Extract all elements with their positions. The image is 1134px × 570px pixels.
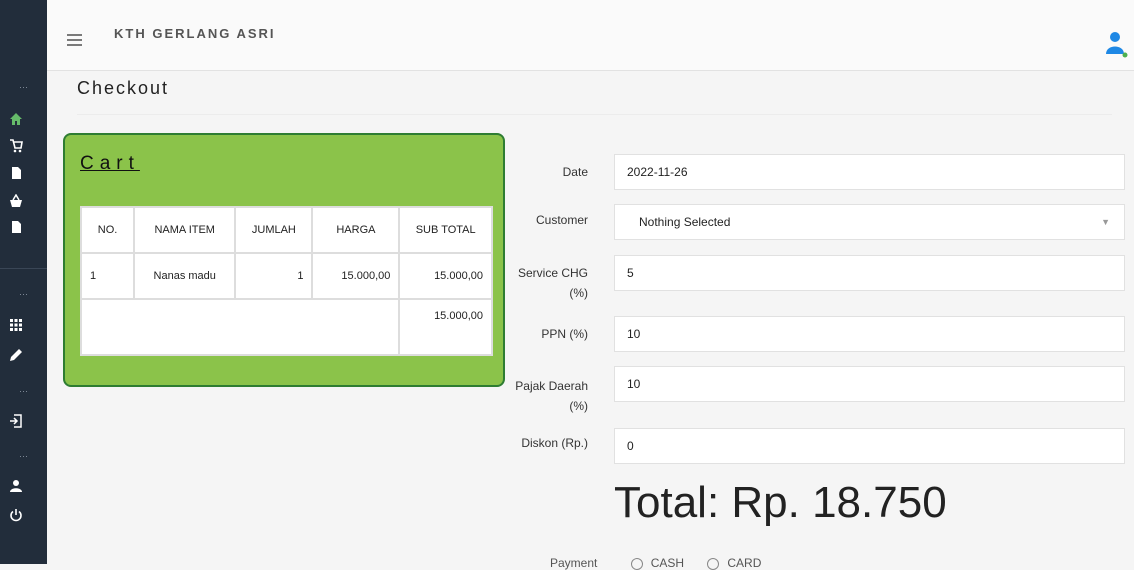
table-total-row: 15.000,00 <box>79 298 493 356</box>
diskon-label: Diskon (Rp.) <box>521 436 588 450</box>
customer-select[interactable]: Nothing Selected ▼ <box>614 204 1125 240</box>
cart-icon[interactable] <box>9 139 23 153</box>
cell-grand-total: 15.000,00 <box>398 298 493 356</box>
diskon-input[interactable]: 0 <box>614 428 1125 464</box>
pajak-daerah-input[interactable]: 10 <box>614 366 1125 402</box>
column-header: NAMA ITEM <box>133 206 237 254</box>
date-label: Date <box>562 165 588 179</box>
pajak-daerah-label: Pajak Daerah (%) <box>515 376 588 416</box>
grid-icon[interactable] <box>9 318 23 332</box>
column-header: NO. <box>79 206 136 254</box>
pencil-icon[interactable] <box>9 348 23 362</box>
cart-table: NO. NAMA ITEM JUMLAH HARGA SUB TOTAL 1 N… <box>79 206 493 356</box>
sidebar-dots: ··· <box>19 289 28 299</box>
user-icon[interactable] <box>9 479 23 493</box>
service-charge-input[interactable]: 5 <box>614 255 1125 291</box>
sidebar-dots: ··· <box>19 451 28 461</box>
pajak-daerah-label-line2: (%) <box>569 399 588 413</box>
sidebar-divider <box>0 268 47 269</box>
service-charge-label-line2: (%) <box>569 286 588 300</box>
file-icon[interactable] <box>9 166 23 180</box>
cell-no: 1 <box>79 252 136 300</box>
cell-jumlah: 1 <box>234 252 314 300</box>
title-divider <box>77 114 1112 115</box>
ppn-label: PPN (%) <box>541 327 588 341</box>
pajak-daerah-label-line1: Pajak Daerah <box>515 379 588 393</box>
total-amount: Total: Rp. 18.750 <box>614 478 947 527</box>
payment-option-card[interactable]: CARD <box>707 556 761 570</box>
sidebar: ··· ··· ··· ··· <box>0 0 47 564</box>
file-icon[interactable] <box>9 220 23 234</box>
cart-panel: Cart NO. NAMA ITEM JUMLAH HARGA SUB TOTA… <box>63 133 505 387</box>
sidebar-dots: ··· <box>19 386 28 396</box>
cell-subtotal: 15.000,00 <box>398 252 493 300</box>
payment-row: Payment CASH CARD <box>550 556 761 570</box>
user-avatar-icon[interactable] <box>1104 30 1128 58</box>
service-charge-label: Service CHG (%) <box>518 263 588 303</box>
sidebar-dots: ··· <box>19 82 28 92</box>
table-header-row: NO. NAMA ITEM JUMLAH HARGA SUB TOTAL <box>79 206 493 254</box>
column-header: HARGA <box>311 206 401 254</box>
service-charge-label-line1: Service CHG <box>517 266 588 280</box>
column-header: SUB TOTAL <box>398 206 493 254</box>
column-header: JUMLAH <box>234 206 314 254</box>
home-icon[interactable] <box>9 112 23 126</box>
basket-icon[interactable] <box>9 194 23 208</box>
power-icon[interactable] <box>9 508 23 522</box>
customer-select-value: Nothing Selected <box>639 215 731 229</box>
customer-label: Customer <box>535 213 588 227</box>
cell-item: Nanas madu <box>133 252 237 300</box>
page-title: Checkout <box>77 78 170 98</box>
payment-label: Payment <box>550 556 598 570</box>
hamburger-menu-icon[interactable] <box>67 34 82 46</box>
table-row: 1 Nanas madu 1 15.000,00 15.000,00 <box>79 252 493 300</box>
cell-empty <box>79 298 401 356</box>
cell-harga: 15.000,00 <box>311 252 401 300</box>
cart-title: Cart <box>80 153 140 174</box>
top-navbar: KTH GERLANG ASRI <box>47 0 1134 71</box>
payment-option-cash[interactable]: CASH <box>630 556 685 570</box>
brand-title: KTH GERLANG ASRI <box>114 26 276 41</box>
logout-icon[interactable] <box>9 414 23 428</box>
ppn-input[interactable]: 10 <box>614 316 1125 352</box>
payment-option-label: CASH <box>650 556 685 570</box>
payment-option-label: CARD <box>727 556 762 570</box>
chevron-down-icon: ▼ <box>1101 217 1110 227</box>
date-input[interactable]: 2022-11-26 <box>614 154 1125 190</box>
